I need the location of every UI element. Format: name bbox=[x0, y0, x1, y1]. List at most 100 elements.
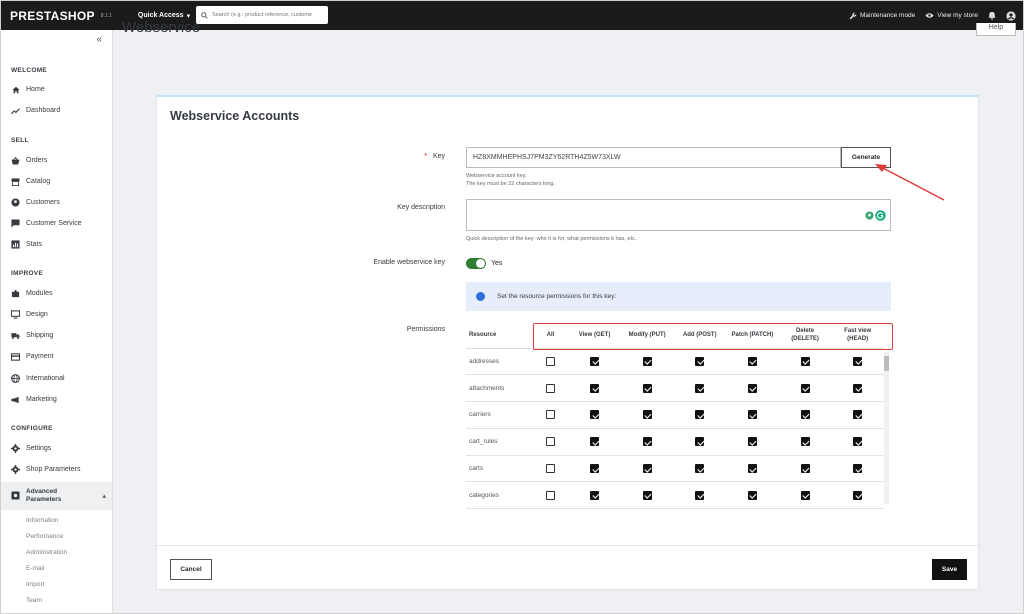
sidebar-item-catalog[interactable]: Catalog bbox=[11, 177, 50, 186]
sidebar-item-orders[interactable]: Orders bbox=[11, 156, 47, 165]
permission-checkbox-get[interactable] bbox=[590, 410, 600, 420]
permission-checkbox-delete[interactable] bbox=[800, 464, 810, 474]
search-box[interactable] bbox=[196, 6, 328, 24]
permission-checkbox-head[interactable] bbox=[853, 383, 863, 393]
permission-cell-patch bbox=[726, 348, 779, 376]
permission-checkbox-head[interactable] bbox=[853, 490, 863, 500]
permission-checkbox-put[interactable] bbox=[642, 437, 652, 447]
annotation-highlight-box bbox=[533, 323, 893, 350]
submenu-information[interactable]: Information bbox=[26, 517, 59, 524]
sidebar-item-marketing[interactable]: Marketing bbox=[11, 395, 57, 404]
permission-checkbox-all[interactable] bbox=[546, 490, 555, 500]
sidebar-item-settings[interactable]: Settings bbox=[11, 444, 51, 453]
permission-checkbox-head[interactable] bbox=[853, 410, 863, 420]
permission-checkbox-patch[interactable] bbox=[747, 410, 757, 420]
permission-checkbox-all[interactable] bbox=[546, 383, 555, 393]
permission-checkbox-put[interactable] bbox=[642, 490, 652, 500]
submenu-team[interactable]: Team bbox=[26, 597, 42, 604]
submenu-administration[interactable]: Administration bbox=[26, 549, 67, 556]
maintenance-mode-link[interactable]: Maintenance mode bbox=[849, 12, 915, 20]
permission-cell-all bbox=[532, 428, 569, 456]
permission-checkbox-post[interactable] bbox=[695, 437, 705, 447]
sidebar-item-customer-service[interactable]: Customer Service bbox=[11, 219, 82, 228]
permission-checkbox-post[interactable] bbox=[695, 490, 705, 500]
permission-checkbox-put[interactable] bbox=[642, 410, 652, 420]
sidebar-item-advanced-parameters[interactable]: Advanced Parameters ▴ bbox=[1, 482, 112, 510]
sidebar-item-shop-parameters[interactable]: Shop Parameters bbox=[11, 465, 80, 474]
permission-checkbox-delete[interactable] bbox=[800, 383, 810, 393]
permission-checkbox-put[interactable] bbox=[642, 464, 652, 474]
permissions-scrollbar[interactable] bbox=[884, 352, 889, 504]
sidebar-item-design[interactable]: Design bbox=[11, 310, 48, 319]
key-field[interactable]: HZ8XMMHEPHSJ7PM3ZY62RTH4Z5W73XLW bbox=[466, 147, 841, 168]
save-button[interactable]: Save bbox=[932, 559, 967, 580]
section-welcome: WELCOME bbox=[11, 67, 48, 74]
permission-checkbox-get[interactable] bbox=[590, 437, 600, 447]
sidebar: « WELCOME Home Dashboard SELL Orders Cat… bbox=[1, 30, 113, 613]
permission-checkbox-post[interactable] bbox=[695, 464, 705, 474]
info-text: Set the resource permissions for this ke… bbox=[497, 293, 617, 300]
permission-checkbox-patch[interactable] bbox=[747, 490, 757, 500]
key-description-label: Key description bbox=[397, 204, 445, 211]
permission-checkbox-post[interactable] bbox=[695, 410, 705, 420]
permission-checkbox-patch[interactable] bbox=[747, 383, 757, 393]
permission-checkbox-delete[interactable] bbox=[800, 437, 810, 447]
permission-checkbox-patch[interactable] bbox=[747, 464, 757, 474]
permission-checkbox-put[interactable] bbox=[642, 383, 652, 393]
permission-cell-head bbox=[831, 455, 884, 483]
submenu-import[interactable]: Import bbox=[26, 581, 44, 588]
permission-checkbox-all[interactable] bbox=[546, 410, 555, 420]
sidebar-item-shipping[interactable]: Shipping bbox=[11, 331, 53, 340]
sidebar-item-customers[interactable]: Customers bbox=[11, 198, 60, 207]
permission-checkbox-delete[interactable] bbox=[800, 356, 810, 366]
cancel-button[interactable]: Cancel bbox=[170, 559, 212, 580]
permission-checkbox-get[interactable] bbox=[590, 464, 600, 474]
submenu-performance[interactable]: Performance bbox=[26, 533, 63, 540]
permission-cell-patch bbox=[726, 455, 779, 483]
permission-cell-delete bbox=[778, 428, 832, 456]
permission-checkbox-post[interactable] bbox=[695, 356, 705, 366]
permission-cell-put bbox=[620, 348, 674, 376]
permission-checkbox-get[interactable] bbox=[590, 383, 600, 393]
permission-checkbox-delete[interactable] bbox=[800, 490, 810, 500]
permission-cell-post bbox=[673, 428, 727, 456]
permission-checkbox-all[interactable] bbox=[546, 464, 555, 474]
search-input[interactable] bbox=[212, 12, 322, 18]
permission-checkbox-post[interactable] bbox=[695, 383, 705, 393]
collapse-sidebar-icon[interactable]: « bbox=[96, 34, 102, 45]
sidebar-item-home[interactable]: Home bbox=[11, 85, 45, 94]
key-description-field[interactable] bbox=[466, 199, 891, 231]
resource-name: carts bbox=[466, 455, 533, 483]
help-button[interactable]: Help bbox=[976, 23, 1016, 36]
scrollbar-thumb[interactable] bbox=[884, 356, 889, 371]
permission-checkbox-patch[interactable] bbox=[747, 437, 757, 447]
sidebar-item-international[interactable]: International bbox=[11, 374, 65, 383]
permission-checkbox-head[interactable] bbox=[853, 464, 863, 474]
sidebar-item-label: Marketing bbox=[26, 396, 57, 403]
permission-checkbox-all[interactable] bbox=[546, 437, 555, 447]
sidebar-item-dashboard[interactable]: Dashboard bbox=[11, 106, 60, 115]
permission-checkbox-patch[interactable] bbox=[747, 356, 757, 366]
permission-checkbox-head[interactable] bbox=[853, 356, 863, 366]
permission-checkbox-all[interactable] bbox=[546, 356, 555, 366]
grammarly-icon[interactable] bbox=[875, 210, 886, 223]
sidebar-item-stats[interactable]: Stats bbox=[11, 240, 42, 249]
sidebar-item-label: Shipping bbox=[26, 332, 54, 339]
user-account-icon[interactable] bbox=[1006, 10, 1016, 21]
prestashop-logo[interactable]: PRESTASHOP bbox=[10, 9, 95, 23]
puzzle-icon bbox=[11, 289, 20, 298]
section-sell: SELL bbox=[11, 137, 29, 144]
enable-webservice-toggle[interactable] bbox=[466, 258, 486, 269]
permission-checkbox-delete[interactable] bbox=[800, 410, 810, 420]
sidebar-item-payment[interactable]: Payment bbox=[11, 352, 54, 361]
permission-cell-post bbox=[673, 374, 727, 403]
bell-icon[interactable] bbox=[988, 11, 996, 20]
permission-checkbox-head[interactable] bbox=[853, 437, 863, 447]
permission-checkbox-put[interactable] bbox=[642, 356, 652, 366]
resource-name: categories bbox=[466, 481, 533, 510]
sidebar-item-modules[interactable]: Modules bbox=[11, 289, 52, 298]
view-store-link[interactable]: View my store bbox=[925, 12, 978, 19]
submenu-email[interactable]: E-mail bbox=[26, 565, 44, 572]
permission-checkbox-get[interactable] bbox=[590, 356, 600, 366]
permission-checkbox-get[interactable] bbox=[590, 490, 600, 500]
